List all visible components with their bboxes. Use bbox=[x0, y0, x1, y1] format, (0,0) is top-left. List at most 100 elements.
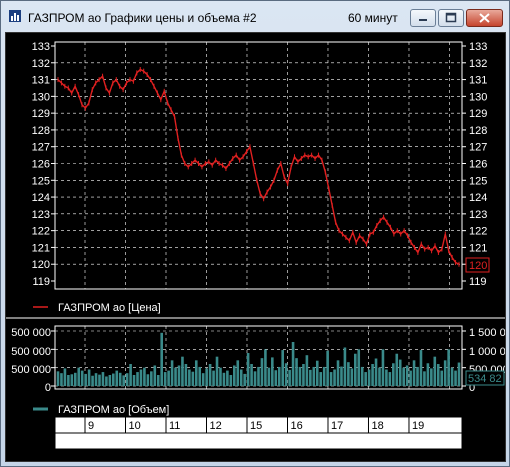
time-axis-label: 17 bbox=[331, 420, 343, 432]
volume-bar bbox=[219, 367, 222, 386]
volume-bar bbox=[98, 374, 101, 386]
volume-bar bbox=[84, 373, 87, 386]
volume-bar bbox=[115, 370, 119, 386]
volume-bar bbox=[170, 360, 174, 386]
interval-label[interactable]: 60 минут bbox=[348, 11, 398, 25]
price-tick-label: 124 bbox=[469, 192, 487, 204]
time-axis-label: 15 bbox=[250, 420, 262, 432]
volume-bar bbox=[118, 372, 122, 386]
volume-bar bbox=[236, 360, 240, 386]
price-tick-label: 124 bbox=[32, 192, 50, 204]
volume-bar bbox=[315, 360, 319, 386]
price-tick-label: 129 bbox=[32, 108, 50, 120]
volume-bar bbox=[260, 358, 264, 386]
volume-bar bbox=[357, 349, 361, 386]
price-tick-label: 125 bbox=[32, 175, 50, 187]
price-tick-label: 132 bbox=[32, 58, 50, 70]
volume-bar bbox=[239, 369, 243, 386]
volume-left-label: 0 bbox=[45, 382, 51, 394]
volume-bar bbox=[395, 353, 399, 386]
volume-bar bbox=[91, 375, 94, 386]
chart-area[interactable]: 133 133 132 132 131 131 130 130 129 129 128 128 127 1… bbox=[5, 32, 510, 462]
volume-bar bbox=[267, 367, 271, 386]
price-legend: ГАЗПРОМ ао [Цена] bbox=[58, 302, 161, 314]
price-tick-label: 128 bbox=[32, 125, 50, 137]
volume-bar bbox=[312, 366, 316, 386]
volume-bar bbox=[340, 366, 343, 386]
volume-bar bbox=[371, 364, 374, 386]
volume-bar bbox=[322, 366, 326, 386]
price-tick-label: 127 bbox=[469, 142, 487, 154]
volume-bar bbox=[233, 365, 236, 386]
time-axis-label: 18 bbox=[371, 420, 383, 432]
time-axis-label: 10 bbox=[128, 420, 140, 432]
close-icon bbox=[479, 13, 490, 23]
volume-bar bbox=[271, 357, 274, 386]
volume-bar bbox=[409, 370, 412, 386]
volume-left-label: 500 000 bbox=[11, 327, 51, 339]
volume-bar bbox=[191, 371, 195, 386]
volume-bar bbox=[302, 364, 305, 386]
volume-bar bbox=[80, 370, 84, 386]
volume-bar bbox=[208, 364, 212, 386]
volume-bar bbox=[274, 370, 278, 386]
price-tick-label: 131 bbox=[32, 75, 50, 87]
volume-bar bbox=[326, 350, 329, 386]
price-tick-label: 133 bbox=[469, 41, 487, 53]
price-tick-label: 125 bbox=[469, 175, 487, 187]
volume-bar bbox=[194, 360, 198, 386]
volume-bar bbox=[181, 356, 184, 386]
volume-bar bbox=[416, 366, 419, 386]
volume-bar bbox=[77, 367, 81, 386]
price-series-line bbox=[57, 68, 460, 265]
volume-bar bbox=[305, 355, 309, 386]
volume-bar bbox=[132, 375, 136, 386]
volume-bar bbox=[329, 372, 333, 386]
maximize-icon bbox=[445, 12, 457, 23]
price-tick-label: 126 bbox=[32, 159, 50, 171]
chart-window: ГАЗПРОМ ао Графики цены и объема #2 60 м… bbox=[0, 0, 510, 467]
chart-canvas[interactable]: 133 133132 132131 131130 130129 129128 128127 1… bbox=[6, 33, 510, 461]
volume-bar bbox=[56, 371, 60, 386]
volume-left-axis: 500 000 500 000 500 000 0 bbox=[11, 327, 51, 394]
volume-bar bbox=[94, 373, 98, 386]
volume-bar bbox=[419, 350, 423, 386]
volume-bar bbox=[105, 376, 108, 386]
volume-bar bbox=[385, 369, 388, 386]
volume-bar bbox=[440, 370, 444, 386]
chart-app-icon bbox=[9, 10, 21, 22]
title-bar[interactable]: ГАЗПРОМ ао Графики цены и объема #2 60 м… bbox=[1, 1, 509, 33]
volume-bar bbox=[125, 373, 129, 386]
price-points bbox=[57, 67, 460, 267]
price-tick-label: 131 bbox=[469, 75, 487, 87]
minimize-button[interactable] bbox=[410, 9, 436, 27]
minimize-icon bbox=[419, 19, 427, 21]
close-button[interactable] bbox=[466, 9, 503, 27]
volume-bar bbox=[201, 373, 205, 386]
volume-bar bbox=[295, 358, 298, 386]
volume-bar bbox=[215, 356, 219, 386]
volume-bar bbox=[333, 369, 336, 386]
volume-bar bbox=[229, 375, 233, 386]
volume-right-label: 1 000 000 bbox=[469, 346, 505, 358]
price-tick-label: 122 bbox=[469, 226, 487, 238]
volume-bar bbox=[246, 353, 250, 386]
volume-bar bbox=[250, 364, 253, 386]
volume-left-label: 500 000 bbox=[11, 364, 51, 376]
volume-bar bbox=[67, 375, 70, 386]
price-tick-label: 121 bbox=[469, 242, 487, 254]
volume-bar bbox=[160, 332, 164, 386]
volume-bar bbox=[381, 349, 385, 386]
volume-bar bbox=[319, 372, 323, 386]
volume-bar bbox=[87, 369, 91, 386]
volume-bar bbox=[405, 365, 409, 386]
volume-bar bbox=[309, 369, 312, 386]
volume-bar bbox=[291, 342, 295, 386]
price-tick-label: 121 bbox=[32, 242, 50, 254]
price-tick-label: 127 bbox=[32, 142, 50, 154]
volume-bar bbox=[112, 373, 115, 386]
volume-bar bbox=[457, 362, 461, 386]
price-tick-label: 130 bbox=[32, 91, 50, 103]
maximize-button[interactable] bbox=[438, 9, 464, 27]
time-axis-label: 16 bbox=[290, 420, 302, 432]
